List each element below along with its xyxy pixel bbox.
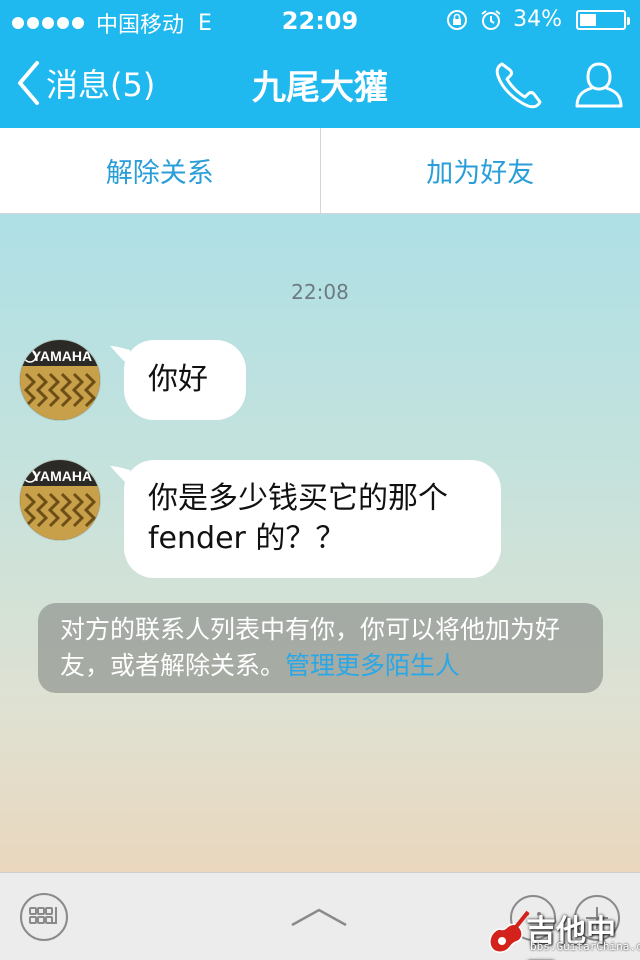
bubble-tail (110, 466, 130, 486)
sender-avatar[interactable]: YAMAHA (20, 460, 100, 540)
chat-title: 九尾大獾 (252, 68, 388, 108)
notice-text-line: 对方的联系人列表中有你，你可以将他加为好 (60, 615, 561, 644)
bubble-tail (110, 346, 130, 366)
site-watermark: 吉他中国 bbs.GuitarChina.com (486, 906, 640, 960)
message-timestamp: 22:08 (291, 280, 349, 304)
chat-area[interactable]: 22:08 YAMAHA 你好 YAMAHA 你是多少钱买它的那个 fender… (0, 214, 640, 872)
message-text-line: fender 的？？ (148, 521, 346, 556)
stranger-notice: 对方的联系人列表中有你，你可以将他加为好 友，或者解除关系。管理更多陌生人 (38, 603, 603, 693)
keyboard-toggle-button[interactable] (20, 893, 68, 941)
alarm-icon (481, 9, 501, 30)
add-friend-button[interactable]: 加为好友 (321, 128, 640, 213)
message-bubble[interactable]: 你好 (110, 340, 246, 420)
watermark-url: bbs.GuitarChina.com (530, 940, 640, 953)
contact-icon (575, 62, 623, 108)
phone-icon (495, 62, 542, 109)
expand-toolbar-button[interactable] (290, 907, 348, 931)
keyboard-icon (29, 907, 57, 924)
chevron-up-icon (291, 908, 347, 927)
back-label: 消息(5) (46, 66, 156, 104)
message-text: 你好 (148, 362, 208, 397)
notice-text-line2: 友，或者解除关系。管理更多陌生人 (60, 648, 581, 684)
chevron-left-icon (18, 61, 39, 105)
battery-level (580, 13, 596, 26)
battery-icon (576, 9, 630, 30)
header: 中国移动 E 22:09 34% 消息(5) 九尾大獾 (0, 0, 640, 128)
status-bar: 中国移动 E 22:09 34% (0, 0, 640, 40)
status-right: 34% (445, 7, 630, 32)
rotation-lock-icon (447, 9, 468, 30)
remove-relation-button[interactable]: 解除关系 (0, 128, 320, 213)
battery-percent: 34% (513, 7, 562, 32)
relation-action-bar: 解除关系 加为好友 (0, 128, 640, 214)
back-button[interactable]: 消息(5) (16, 58, 155, 108)
message-bubble[interactable]: 你是多少钱买它的那个 fender 的？？ (110, 460, 501, 578)
yamaha-avatar-image: YAMAHA (20, 340, 100, 420)
avatar-brand-text: YAMAHA (32, 348, 92, 364)
notice-text: 友，或者解除关系。 (60, 651, 286, 680)
message-text-line: 你是多少钱买它的那个 (148, 481, 448, 516)
contact-profile-button[interactable] (572, 58, 626, 112)
phone-call-button[interactable] (492, 58, 546, 112)
manage-strangers-link[interactable]: 管理更多陌生人 (285, 651, 460, 680)
nav-bar: 消息(5) 九尾大獾 (0, 40, 640, 128)
sender-avatar[interactable]: YAMAHA (20, 340, 100, 420)
avatar-brand-text: YAMAHA (32, 468, 92, 484)
yamaha-avatar-image: YAMAHA (20, 460, 100, 540)
